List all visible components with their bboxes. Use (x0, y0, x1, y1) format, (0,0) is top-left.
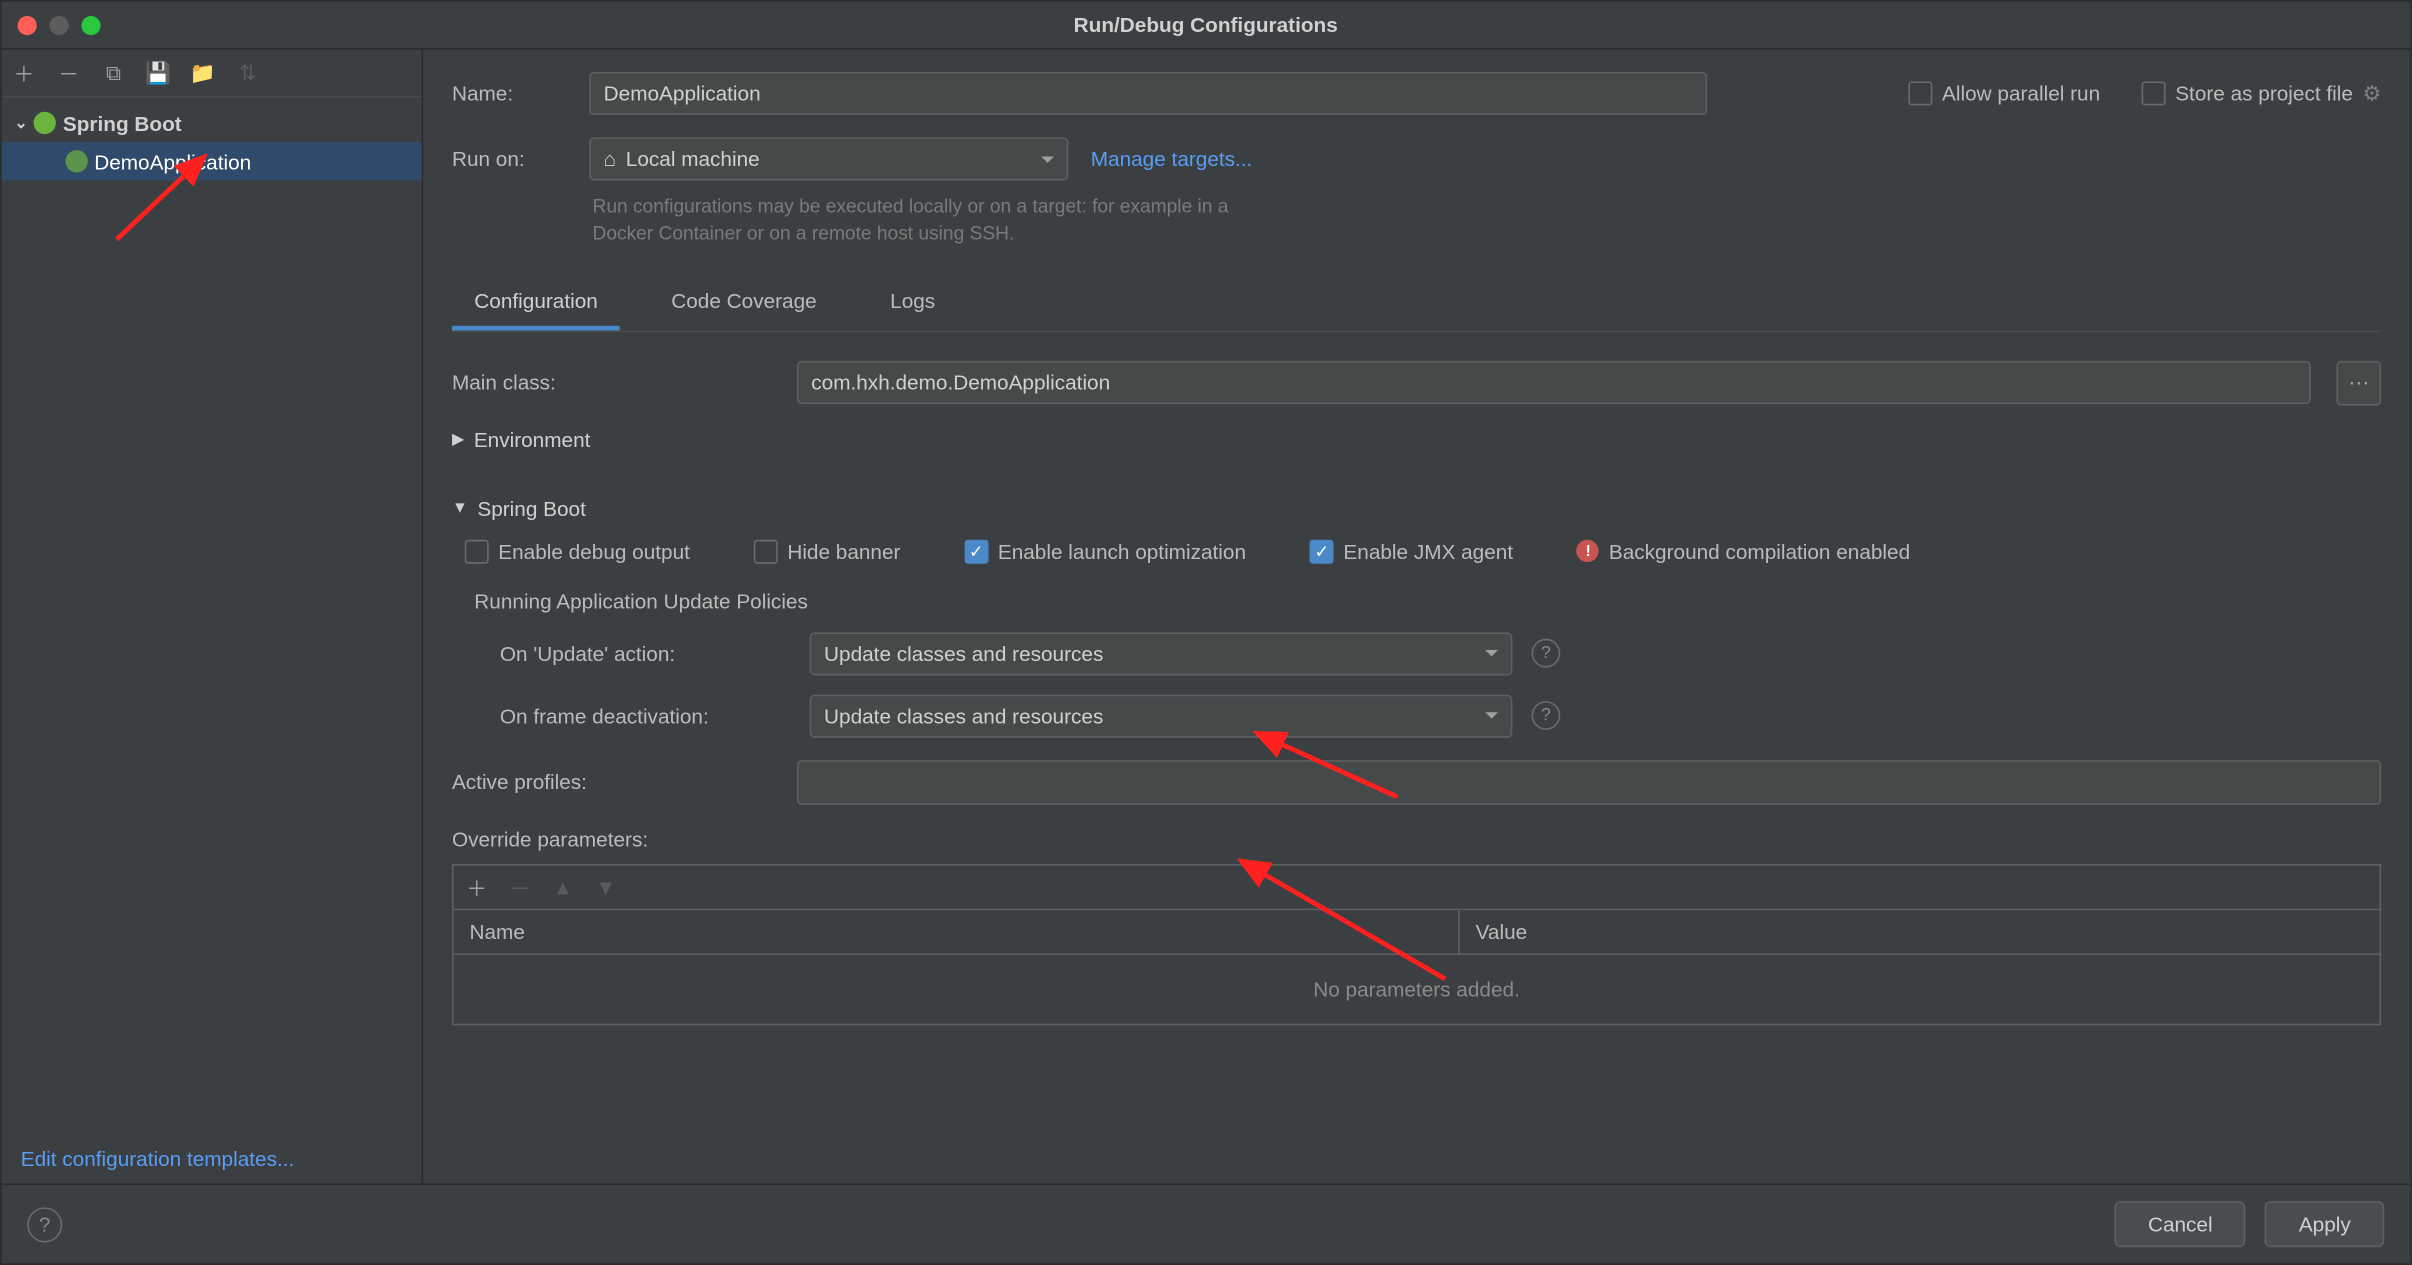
browse-class-button[interactable]: ⋯ (2336, 360, 2381, 405)
checkbox-icon (754, 539, 778, 563)
checkbox-label: Enable JMX agent (1343, 539, 1513, 563)
runon-select[interactable]: ⌂ Local machine (589, 137, 1068, 180)
on-frame-value: Update classes and resources (824, 704, 1103, 728)
edit-templates-link[interactable]: Edit configuration templates... (21, 1147, 295, 1171)
tab-code-coverage[interactable]: Code Coverage (649, 276, 839, 330)
active-profiles-label: Active profiles: (452, 770, 771, 794)
chevron-right-icon: ▶ (452, 431, 464, 449)
name-label: Name: (452, 81, 567, 105)
save-config-icon[interactable]: 💾 (145, 60, 171, 86)
minimize-window-icon[interactable] (50, 15, 69, 34)
home-icon: ⌂ (604, 147, 617, 171)
policies-label: Running Application Update Policies (474, 589, 2381, 613)
override-params-label: Override parameters: (452, 827, 2381, 851)
chevron-down-icon: ▼ (452, 499, 468, 517)
checkbox-icon (465, 539, 489, 563)
spring-icon (65, 150, 87, 172)
sidebar-toolbar: ＋ － ⧉ 💾 📁 ⇅ (2, 50, 422, 98)
checkbox-label: Enable launch optimization (998, 539, 1246, 563)
springboot-section[interactable]: ▼ Spring Boot (452, 496, 2381, 520)
param-table: Name Value No parameters added. (452, 908, 2381, 1025)
move-down-icon[interactable]: ▼ (596, 875, 617, 899)
on-update-label: On 'Update' action: (500, 641, 791, 665)
help-icon[interactable]: ? (1532, 701, 1561, 730)
window-title: Run/Debug Configurations (1074, 13, 1338, 37)
sidebar: ＋ － ⧉ 💾 📁 ⇅ ⌄ Spring Boot DemoApplicatio… (2, 50, 424, 1184)
remove-config-icon[interactable]: － (56, 60, 82, 86)
spring-icon (34, 112, 56, 134)
allow-parallel-label: Allow parallel run (1942, 81, 2100, 105)
apply-button[interactable]: Apply (2265, 1201, 2384, 1247)
checkbox-label: Enable debug output (498, 539, 690, 563)
checkbox-icon (2142, 81, 2166, 105)
tab-logs[interactable]: Logs (868, 276, 958, 330)
tree-group-label: Spring Boot (63, 111, 182, 135)
main-panel: Name: Allow parallel run Store as projec… (423, 50, 2410, 1184)
tree-item-label: DemoApplication (94, 149, 251, 173)
runon-value: Local machine (626, 147, 760, 171)
active-profiles-input[interactable] (797, 760, 2381, 805)
warning-icon: ! (1577, 540, 1599, 562)
allow-parallel-checkbox[interactable]: Allow parallel run (1909, 81, 2101, 105)
config-tree: ⌄ Spring Boot DemoApplication (2, 97, 422, 1133)
mainclass-label: Main class: (452, 371, 771, 395)
column-name: Name (454, 910, 1460, 953)
on-update-value: Update classes and resources (824, 641, 1103, 665)
tree-item-demoapplication[interactable]: DemoApplication (2, 142, 422, 180)
add-param-icon[interactable]: ＋ (466, 871, 487, 901)
help-button[interactable]: ? (27, 1207, 62, 1242)
tab-configuration[interactable]: Configuration (452, 276, 620, 330)
titlebar: Run/Debug Configurations (2, 2, 2410, 50)
folder-icon[interactable]: 📁 (190, 60, 216, 86)
checkbox-label: Hide banner (787, 539, 900, 563)
mainclass-input[interactable] (797, 361, 2311, 404)
gear-icon[interactable]: ⚙ (2363, 81, 2382, 107)
copy-config-icon[interactable]: ⧉ (101, 60, 127, 86)
tree-group-spring-boot[interactable]: ⌄ Spring Boot (2, 104, 422, 142)
cancel-button[interactable]: Cancel (2114, 1201, 2246, 1247)
checkbox-icon: ✓ (964, 539, 988, 563)
param-toolbar: ＋ － ▲ ▼ (452, 863, 2381, 908)
add-config-icon[interactable]: ＋ (11, 60, 37, 86)
hide-banner-checkbox[interactable]: Hide banner (754, 539, 901, 563)
manage-targets-link[interactable]: Manage targets... (1091, 147, 1253, 171)
chevron-down-icon: ⌄ (14, 114, 27, 132)
maximize-window-icon[interactable] (81, 15, 100, 34)
enable-debug-checkbox[interactable]: Enable debug output (465, 539, 690, 563)
column-value: Value (1460, 910, 2380, 953)
warning-label: Background compilation enabled (1609, 539, 1910, 563)
name-input[interactable] (589, 72, 1707, 115)
environment-label: Environment (474, 427, 591, 451)
sort-icon[interactable]: ⇅ (235, 60, 261, 86)
launch-optimization-checkbox[interactable]: ✓ Enable launch optimization (964, 539, 1246, 563)
environment-section[interactable]: ▶ Environment (452, 427, 2381, 451)
runon-label: Run on: (452, 147, 567, 171)
tabs: Configuration Code Coverage Logs (452, 276, 2381, 332)
store-as-project-checkbox[interactable]: Store as project file ⚙ (2142, 81, 2381, 107)
springboot-label: Spring Boot (477, 496, 585, 520)
on-frame-label: On frame deactivation: (500, 704, 791, 728)
on-frame-select[interactable]: Update classes and resources (810, 694, 1513, 737)
bg-compilation-warning[interactable]: ! Background compilation enabled (1577, 539, 1910, 563)
runon-hint: Run configurations may be executed local… (592, 193, 1231, 247)
checkbox-icon (1909, 81, 1933, 105)
help-icon[interactable]: ? (1532, 639, 1561, 668)
store-as-project-label: Store as project file (2175, 81, 2353, 105)
param-empty-text: No parameters added. (454, 954, 2380, 1023)
dialog-footer: ? Cancel Apply 开发者 DevZe.CoM (2, 1183, 2410, 1263)
close-window-icon[interactable] (18, 15, 37, 34)
checkbox-icon: ✓ (1310, 539, 1334, 563)
remove-param-icon[interactable]: － (509, 871, 530, 901)
move-up-icon[interactable]: ▲ (553, 875, 574, 899)
jmx-agent-checkbox[interactable]: ✓ Enable JMX agent (1310, 539, 1513, 563)
on-update-select[interactable]: Update classes and resources (810, 632, 1513, 675)
